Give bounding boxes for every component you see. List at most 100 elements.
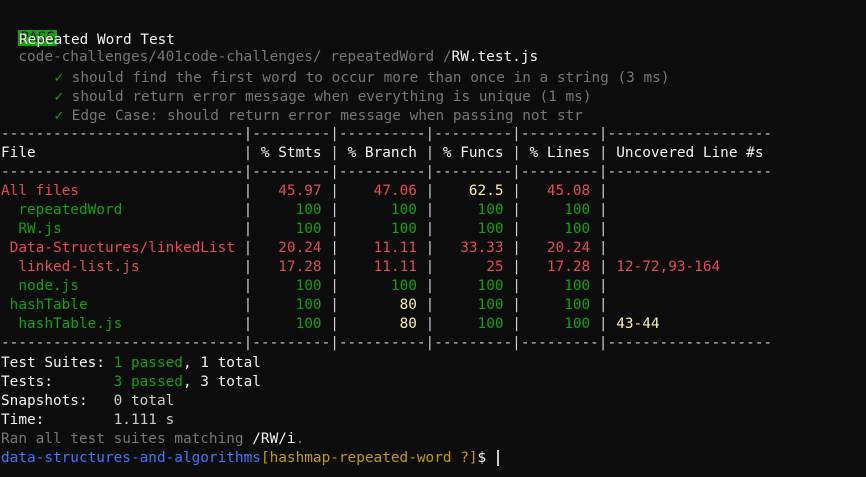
column-divider: |	[243, 145, 253, 161]
coverage-funcs: 25	[434, 259, 513, 275]
coverage-lines: 100	[520, 297, 599, 313]
test-result: ✓ should find the first word to occur mo…	[37, 50, 669, 86]
coverage-funcs: 100	[434, 278, 513, 294]
column-divider: |	[512, 259, 521, 275]
coverage-file: hashTable	[1, 297, 244, 313]
column-divider: |	[598, 240, 608, 256]
coverage-uncovered	[608, 297, 617, 313]
column-divider: |	[243, 221, 253, 237]
coverage-funcs: 33.33	[434, 240, 513, 256]
column-divider: |	[243, 240, 253, 256]
coverage-uncovered: 12-72,93-164	[607, 259, 721, 275]
test-result: ✓ Edge Case: should return error message…	[37, 88, 583, 124]
summary-label: Time:	[1, 412, 114, 428]
column-divider: |	[598, 183, 608, 199]
table-separator: ----------------------------|---------|-…	[1, 126, 773, 142]
header-stmts: % Stmts	[252, 145, 331, 161]
coverage-lines: 100	[520, 278, 599, 294]
coverage-uncovered	[608, 240, 617, 256]
text-cursor[interactable]	[496, 450, 499, 466]
coverage-row: hashTable.js | 100 | 80 | 100 | 100 | 43…	[1, 315, 659, 334]
column-divider: |	[598, 145, 608, 161]
coverage-row: hashTable | 100 | 80 | 100 | 100 |	[1, 296, 616, 315]
column-divider: |	[243, 316, 253, 332]
column-divider: |	[330, 240, 339, 256]
column-divider: |	[598, 202, 608, 218]
summary-total: , 1 total	[182, 355, 261, 371]
column-divider: |	[330, 297, 339, 313]
coverage-branch: 80	[338, 316, 426, 332]
test-result: ✓ should return error message when every…	[37, 69, 591, 105]
column-divider: |	[512, 183, 521, 199]
column-divider: |	[598, 297, 608, 313]
coverage-stmts: 100	[252, 297, 331, 313]
summary-passed: 3 passed	[113, 374, 183, 390]
column-divider: |	[425, 221, 435, 237]
coverage-uncovered	[608, 221, 617, 237]
column-divider: |	[425, 259, 435, 275]
coverage-file: Data-Structures/linkedList	[1, 240, 244, 256]
header-lines: % Lines	[520, 145, 599, 161]
shell-prompt[interactable]: data-structures-and-algorithms[hashmap-r…	[1, 449, 499, 468]
coverage-branch: 100	[338, 278, 426, 294]
column-divider: |	[598, 259, 608, 275]
coverage-stmts: 100	[252, 278, 331, 294]
coverage-file: linked-list.js	[1, 259, 244, 275]
coverage-stmts: 45.97	[252, 183, 331, 199]
column-divider: |	[243, 278, 253, 294]
coverage-stmts: 100	[252, 202, 331, 218]
summary-label: Tests:	[1, 374, 114, 390]
coverage-lines: 100	[520, 316, 599, 332]
coverage-row: RW.js | 100 | 100 | 100 | 100 |	[1, 220, 616, 239]
summary-label: Test Suites:	[1, 355, 114, 371]
summary-total: , 3 total	[182, 374, 261, 390]
check-icon: ✓	[54, 108, 63, 124]
coverage-uncovered	[608, 278, 617, 294]
column-divider: |	[425, 297, 435, 313]
coverage-file: node.js	[1, 278, 244, 294]
prompt-branch: [hashmap-repeated-word ?]	[260, 450, 478, 466]
header-uncovered: Uncovered Line #s	[607, 145, 773, 161]
column-divider: |	[425, 183, 435, 199]
coverage-row: All files | 45.97 | 47.06 | 62.5 | 45.08…	[1, 182, 616, 201]
summary-passed: 1 passed	[113, 355, 183, 371]
summary-tests: Tests: 3 passed, 3 total	[1, 373, 261, 392]
summary-suites: Test Suites: 1 passed, 1 total	[1, 354, 261, 373]
column-divider: |	[598, 221, 608, 237]
column-divider: |	[330, 278, 339, 294]
coverage-stmts: 100	[252, 221, 331, 237]
coverage-row: node.js | 100 | 100 | 100 | 100 |	[1, 277, 616, 296]
column-divider: |	[425, 202, 435, 218]
column-divider: |	[512, 145, 521, 161]
coverage-lines: 17.28	[520, 259, 599, 275]
column-divider: |	[330, 221, 339, 237]
coverage-row: linked-list.js | 17.28 | 11.11 | 25 | 17…	[1, 258, 720, 277]
table-separator: ----------------------------|---------|-…	[1, 164, 773, 180]
column-divider: |	[330, 183, 339, 199]
ran-suffix: .	[295, 431, 305, 447]
coverage-stmts: 100	[252, 316, 331, 332]
summary-time: Time: 1.111 s	[1, 411, 174, 430]
coverage-uncovered	[608, 183, 617, 199]
column-divider: |	[512, 316, 521, 332]
coverage-file: RW.js	[1, 221, 244, 237]
column-divider: |	[425, 316, 435, 332]
column-divider: |	[330, 202, 339, 218]
coverage-uncovered	[608, 202, 617, 218]
summary-snapshots: Snapshots: 0 total	[1, 392, 174, 411]
test-file-header: PASS code-challenges/401code-challenges/…	[1, 10, 538, 65]
table-header-row: File | % Stmts | % Branch | % Funcs | % …	[1, 144, 772, 163]
header-file: File	[1, 145, 244, 161]
summary-value: 0 total	[113, 393, 175, 409]
ran-prefix: Ran all test suites matching	[1, 431, 253, 447]
coverage-lines: 100	[520, 202, 599, 218]
column-divider: |	[330, 259, 339, 275]
header-funcs: % Funcs	[434, 145, 513, 161]
coverage-file: repeatedWord	[1, 202, 244, 218]
summary-label: Snapshots:	[1, 393, 114, 409]
coverage-lines: 100	[520, 221, 599, 237]
column-divider: |	[512, 221, 521, 237]
coverage-lines: 45.08	[520, 183, 599, 199]
ran-all-line: Ran all test suites matching /RW/i.	[1, 430, 304, 449]
coverage-branch: 80	[338, 297, 426, 313]
